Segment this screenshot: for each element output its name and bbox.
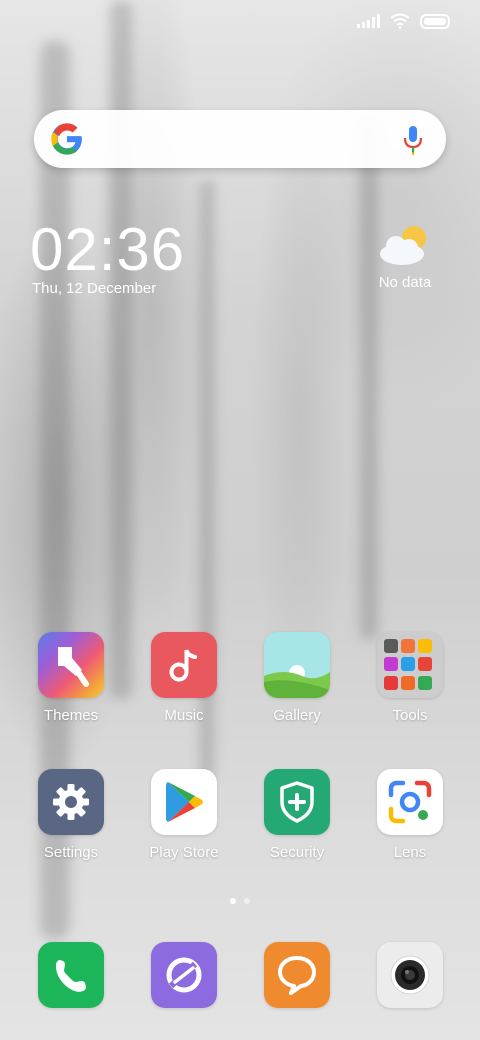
app-themes[interactable]: Themes [21, 632, 121, 724]
google-search-bar[interactable] [34, 110, 446, 168]
dock-camera[interactable] [360, 942, 460, 1008]
app-settings[interactable]: Settings [21, 769, 121, 861]
page-dot-active[interactable] [230, 898, 236, 904]
music-icon [151, 632, 217, 698]
dock-browser[interactable] [134, 942, 234, 1008]
app-label: Security [269, 844, 325, 861]
partly-cloudy-icon [380, 226, 426, 265]
app-music[interactable]: Music [134, 632, 234, 724]
app-label: Music [164, 707, 204, 724]
app-label: Tools [392, 707, 428, 724]
lens-icon [377, 769, 443, 835]
app-label: Lens [393, 844, 427, 861]
mic-icon[interactable] [402, 124, 424, 156]
phone-icon [38, 942, 104, 1008]
clock-date[interactable]: Thu, 12 December [32, 280, 156, 297]
weather-widget[interactable]: No data [360, 222, 450, 291]
app-label: Play Store [149, 844, 219, 861]
app-play-store[interactable]: Play Store [134, 769, 234, 861]
status-bar [357, 10, 450, 32]
browser-icon [151, 942, 217, 1008]
google-g-icon [51, 123, 82, 155]
clock-time[interactable]: 02:36 [30, 215, 185, 285]
page-indicator [0, 898, 480, 904]
dock-phone[interactable] [21, 942, 121, 1008]
app-label: Settings [43, 844, 99, 861]
background-tree [360, 120, 378, 640]
messages-icon [264, 942, 330, 1008]
app-security[interactable]: Security [247, 769, 347, 861]
app-lens[interactable]: Lens [360, 769, 460, 861]
app-gallery[interactable]: Gallery [247, 632, 347, 724]
battery-icon [420, 13, 450, 29]
app-label: Gallery [273, 707, 321, 724]
folder-tools[interactable]: Tools [360, 632, 460, 724]
camera-icon [377, 942, 443, 1008]
weather-status: No data [378, 274, 432, 291]
gallery-icon [264, 632, 330, 698]
dock-messages[interactable] [247, 942, 347, 1008]
page-dot[interactable] [244, 898, 250, 904]
gear-icon [38, 769, 104, 835]
signal-icon [357, 14, 380, 28]
play-store-icon [151, 769, 217, 835]
shield-plus-icon [264, 769, 330, 835]
background-tree [110, 0, 132, 700]
wifi-icon [390, 13, 410, 29]
themes-icon [38, 632, 104, 698]
folder-icon [377, 632, 443, 698]
app-label: Themes [43, 707, 99, 724]
